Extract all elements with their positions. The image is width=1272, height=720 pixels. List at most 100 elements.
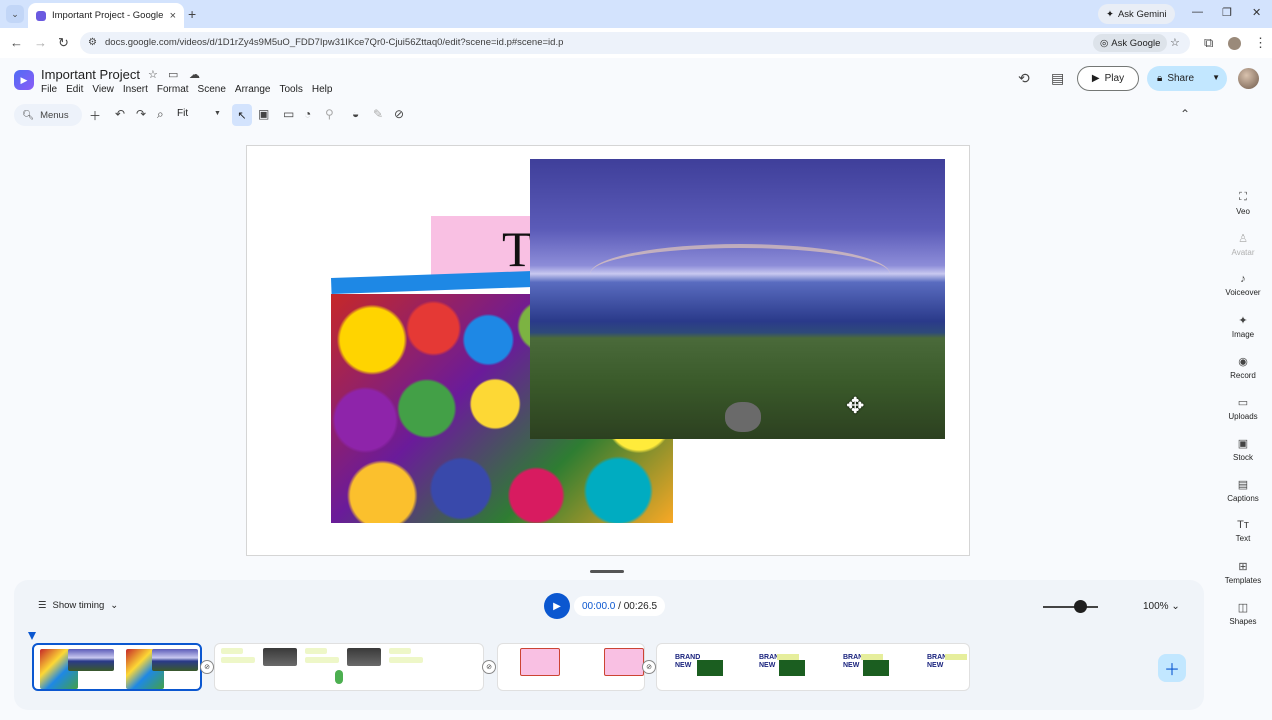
move-folder-icon[interactable]: ▭ [168, 68, 178, 81]
close-window-icon[interactable]: ✕ [1252, 6, 1261, 19]
version-history-icon[interactable]: ⟲ [1018, 70, 1030, 87]
rail-avatar[interactable]: ♙ Avatar [1218, 232, 1268, 257]
rail-voiceover[interactable]: ♪ Voiceover [1218, 273, 1268, 297]
rail-shapes[interactable]: ◫ Shapes [1218, 601, 1268, 626]
show-timing-dropdown[interactable]: ☰ Show timing ⌄ [38, 600, 118, 611]
rail-text[interactable]: Tт Text [1218, 519, 1268, 543]
cloud-status-icon[interactable]: ☁ [189, 68, 200, 81]
rail-veo[interactable]: ⛶ Veo [1218, 191, 1268, 216]
share-button[interactable]: 🔒︎ Share ▼ [1147, 66, 1227, 91]
scene-4-box-b [779, 660, 805, 676]
scene-card-2[interactable] [214, 643, 484, 691]
menu-help[interactable]: Help [312, 84, 333, 95]
text-icon: Tт [1237, 519, 1249, 531]
zoom-select[interactable]: Fit [177, 108, 188, 119]
add-icon[interactable]: ＋ [89, 107, 101, 124]
rainbow-sea-image[interactable]: ✥ [530, 159, 945, 439]
fill-color-icon[interactable]: ◒ [352, 107, 359, 121]
rail-uploads[interactable]: ▭ Uploads [1218, 396, 1268, 421]
rail-captions[interactable]: ▤ Captions [1218, 478, 1268, 503]
transition-icon-2[interactable]: ⊘ [482, 660, 496, 674]
browser-nav-bar: ← → ↻ ⚙ docs.google.com/videos/d/1D1rZy4… [0, 28, 1272, 58]
bookmark-star-icon[interactable]: ☆ [1170, 36, 1180, 49]
menu-format[interactable]: Format [157, 84, 189, 95]
scene-2-tag-c [305, 648, 327, 654]
record-icon: ◉ [1238, 356, 1248, 368]
share-label: Share [1167, 73, 1195, 84]
redo-icon[interactable]: ↷ [136, 107, 146, 121]
lens-icon: ◎ [1100, 37, 1109, 49]
timeline-zoom-track[interactable] [1043, 606, 1098, 608]
restore-icon[interactable]: ❐ [1222, 6, 1232, 19]
menu-edit[interactable]: Edit [66, 84, 83, 95]
collapse-toolbar-icon[interactable]: ⌃ [1180, 107, 1190, 121]
timeline-zoom-select[interactable]: 100% ⌄ [1143, 601, 1180, 612]
rail-voiceover-label: Voiceover [1225, 288, 1261, 297]
menu-insert[interactable]: Insert [123, 84, 148, 95]
menu-arrange[interactable]: Arrange [235, 84, 271, 95]
rail-image[interactable]: ✦ Image [1218, 314, 1268, 339]
undo-icon[interactable]: ↶ [115, 107, 125, 121]
ask-gemini-button[interactable]: ✦ Ask Gemini [1098, 4, 1175, 24]
scene-card-1[interactable] [32, 643, 202, 691]
editing-toolbar: 🔍︎ Menus ＋ ↶ ↷ ⌕ Fit ▼ ↖ ▣ ▭ ◔ ⚲ ◒ ✎ ⊘ ⌃ [14, 104, 1204, 126]
scene-2-tag-f [389, 657, 423, 663]
more-options-icon[interactable]: ⋮ [1254, 35, 1267, 51]
site-info-icon[interactable]: ⚙ [88, 37, 97, 48]
menu-file[interactable]: File [41, 84, 57, 95]
menu-view[interactable]: View [92, 84, 114, 95]
brand-a-line2: NEW [675, 662, 692, 669]
rail-record[interactable]: ◉ Record [1218, 355, 1268, 380]
account-avatar[interactable] [1238, 68, 1259, 89]
forward-icon[interactable]: → [34, 35, 47, 50]
shape-icon[interactable]: ◔ [304, 107, 311, 121]
document-title[interactable]: Important Project [41, 67, 140, 82]
zoom-icon[interactable]: ⌕ [157, 107, 164, 122]
menu-scene[interactable]: Scene [198, 84, 226, 95]
comments-icon[interactable]: ▤ [1051, 70, 1064, 87]
new-tab-button[interactable]: + [188, 6, 196, 22]
scene-card-4[interactable]: BRAND NEW BRAND NEW BRAND NEW BRAND NEW [656, 643, 970, 691]
add-scene-button[interactable]: ＋ [1158, 654, 1186, 682]
rail-templates[interactable]: ⊞ Templates [1218, 560, 1268, 585]
zoom-dropdown-icon[interactable]: ▼ [214, 110, 221, 117]
scene-canvas[interactable]: T ✥ [246, 145, 970, 556]
image-insert-icon[interactable]: ▭ [283, 107, 294, 121]
rail-stock[interactable]: ▣ Stock [1218, 437, 1268, 462]
brand-b-line2: NEW [759, 662, 776, 669]
scene-card-3[interactable] [497, 643, 645, 691]
browser-tab[interactable]: Important Project - Google Vid × [28, 3, 184, 28]
captions-icon: ▤ [1237, 479, 1249, 491]
reload-icon[interactable]: ↻ [58, 35, 69, 51]
google-vids-logo[interactable]: ▶ [14, 70, 34, 90]
select-tool-icon[interactable]: ↖ [232, 104, 252, 126]
minimize-icon[interactable]: — [1192, 6, 1203, 18]
address-bar[interactable]: ⚙ docs.google.com/videos/d/1D1rZy4s9M5uO… [80, 32, 1190, 54]
text-box-icon[interactable]: ▣ [258, 107, 269, 121]
resize-handle[interactable] [590, 570, 624, 573]
profile-icon[interactable] [1228, 37, 1241, 50]
extensions-icon[interactable]: ⧉ [1204, 35, 1213, 51]
share-dropdown-icon[interactable]: ▼ [1212, 73, 1220, 82]
ask-google-button[interactable]: ◎ Ask Google [1093, 34, 1168, 52]
star-icon[interactable]: ☆ [148, 68, 158, 81]
rail-captions-label: Captions [1227, 494, 1259, 503]
scene-3-thumb-b [604, 648, 644, 676]
border-color-icon[interactable]: ✎ [373, 107, 383, 121]
timeline-play-button[interactable]: ▶ [544, 593, 570, 619]
link-icon[interactable]: ⊘ [394, 107, 404, 121]
brand-c-line2: NEW [843, 662, 860, 669]
menu-tools[interactable]: Tools [279, 84, 302, 95]
paint-format-icon[interactable]: ⚲ [325, 107, 334, 121]
title-text[interactable]: T [502, 220, 533, 278]
tab-search-icon[interactable]: ⌄ [6, 5, 24, 23]
transition-icon-3[interactable]: ⊘ [642, 660, 656, 674]
menus-search[interactable]: 🔍︎ Menus [14, 104, 82, 126]
scene-2-thumb-b [347, 648, 381, 666]
close-tab-icon[interactable]: × [170, 10, 176, 22]
back-icon[interactable]: ← [10, 35, 23, 50]
lock-icon: 🔒︎ [1157, 73, 1163, 84]
transition-icon-1[interactable]: ⊘ [200, 660, 214, 674]
play-button[interactable]: ▶ Play [1077, 66, 1139, 91]
timeline-zoom-knob[interactable] [1074, 600, 1087, 613]
